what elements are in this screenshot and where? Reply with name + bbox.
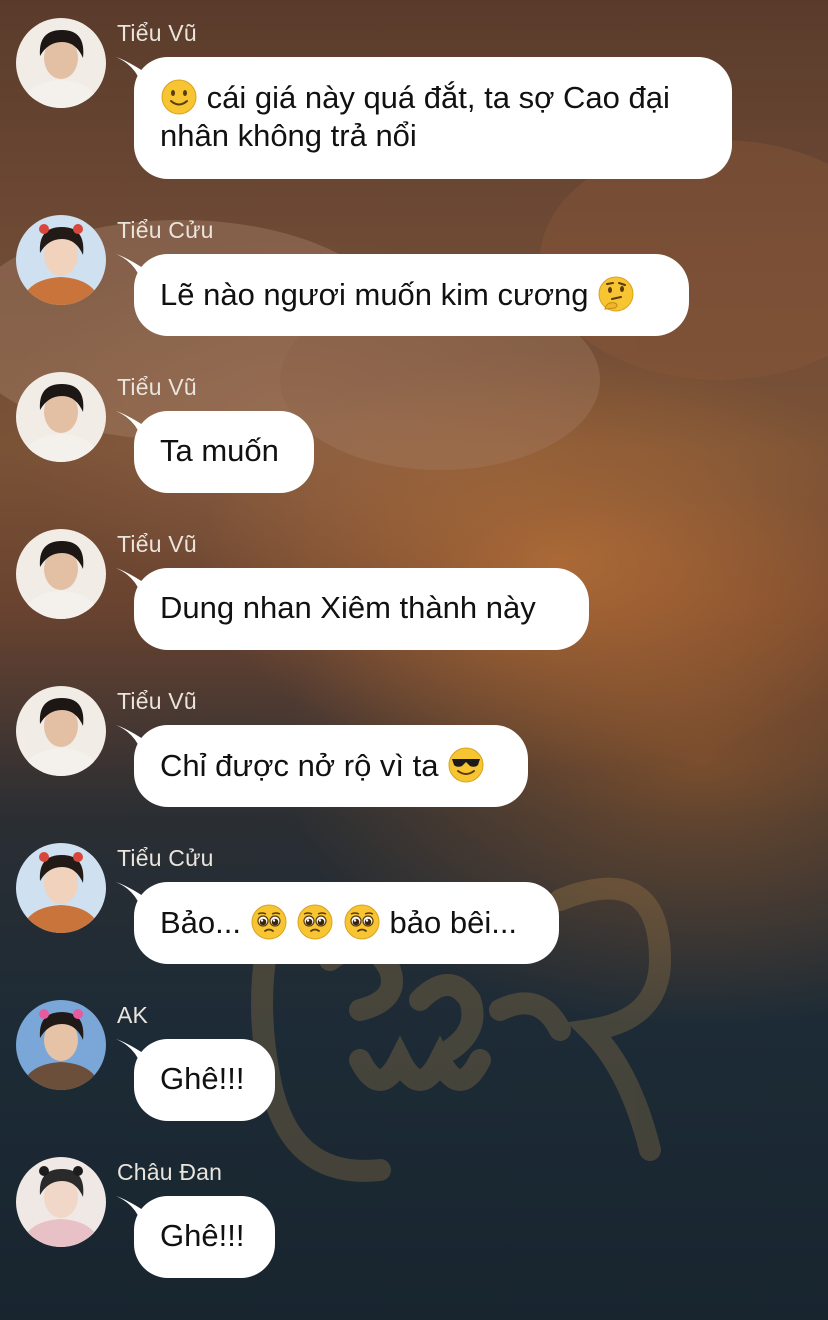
avatar-tieu-vu[interactable] <box>16 686 106 776</box>
sender-name: Châu Đan <box>117 1159 223 1185</box>
sender-name: Tiểu Vũ <box>117 688 197 714</box>
sender-name: Tiểu Cửu <box>117 845 214 871</box>
avatar-tieu-vu[interactable] <box>16 372 106 462</box>
avatar-tieu-cuu[interactable] <box>16 215 106 305</box>
sender-name: AK <box>117 1002 149 1028</box>
message-text: Chỉ được nở rộ vì ta <box>160 748 439 783</box>
message-bubble[interactable]: Lẽ nào ngươi muốn kim cương <box>134 254 689 336</box>
message-bubble[interactable]: cái giá này quá đắt, ta sợ Cao đại nhân … <box>134 57 732 179</box>
message-text: Ghê!!! <box>160 1218 245 1253</box>
message-text: Lẽ nào ngươi muốn kim cương <box>160 277 589 312</box>
message-text: bảo bêi... <box>389 905 518 940</box>
sender-name: Tiểu Cửu <box>117 217 214 243</box>
sender-name: Tiểu Vũ <box>117 20 197 46</box>
message-bubble[interactable]: Ghê!!! <box>134 1039 275 1121</box>
message-bubble[interactable]: Chỉ được nở rộ vì ta <box>134 725 528 807</box>
avatar-tieu-vu[interactable] <box>16 529 106 619</box>
message-text: cái giá này quá đắt, ta sợ Cao đại nhân … <box>160 80 670 153</box>
avatar-ak[interactable] <box>16 1000 106 1090</box>
pleading-face-icon <box>344 904 380 940</box>
thinking-face-icon <box>598 276 634 312</box>
sender-name: Tiểu Vũ <box>117 374 197 400</box>
pleading-face-icon <box>297 904 333 940</box>
sender-name: Tiểu Vũ <box>117 531 197 557</box>
message-text: Dung nhan Xiêm thành này <box>160 590 536 625</box>
avatar-chau-dan[interactable] <box>16 1157 106 1247</box>
smiling-face-with-sunglasses-icon <box>448 747 484 783</box>
message-bubble[interactable]: Dung nhan Xiêm thành này <box>134 568 589 650</box>
message-bubble[interactable]: Ghê!!! <box>134 1196 275 1278</box>
message-text: Bảo... <box>160 905 241 940</box>
message-bubble[interactable]: Ta muốn <box>134 411 314 493</box>
slightly-smiling-face-icon <box>161 79 197 115</box>
message-text: Ta muốn <box>160 433 279 468</box>
chat-message-list: Tiểu Vũ cái giá này quá đắt, ta sợ Cao đ… <box>0 0 828 1320</box>
pleading-face-icon <box>251 904 287 940</box>
avatar-tieu-vu[interactable] <box>16 18 106 108</box>
message-text: Ghê!!! <box>160 1061 245 1096</box>
message-bubble[interactable]: Bảo... bảo bêi... <box>134 882 559 964</box>
avatar-tieu-cuu[interactable] <box>16 843 106 933</box>
